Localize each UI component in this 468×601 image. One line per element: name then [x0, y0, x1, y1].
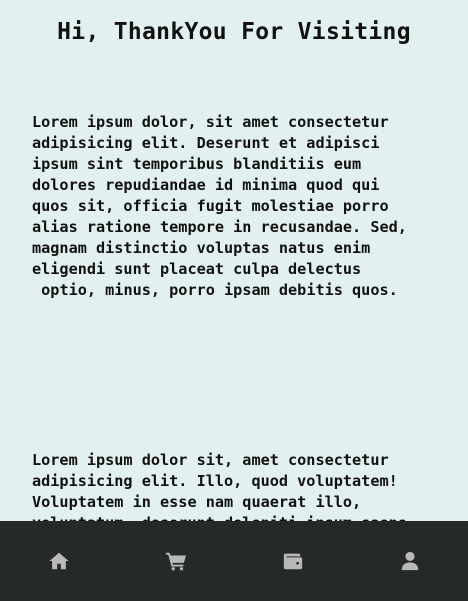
wallet-icon — [283, 553, 302, 570]
cart-icon — [165, 552, 186, 571]
nav-wallet-button[interactable] — [263, 531, 323, 591]
nav-profile-button[interactable] — [380, 531, 440, 591]
page-title: Hi, ThankYou For Visiting — [57, 19, 411, 45]
bottom-navigation-bar — [0, 521, 468, 601]
page: Hi, ThankYou For Visiting Lorem ipsum do… — [0, 0, 468, 601]
home-icon — [48, 552, 69, 570]
intro-paragraph: Lorem ipsum dolor, sit amet consectetur … — [32, 113, 407, 299]
nav-home-button[interactable] — [29, 531, 89, 591]
user-icon — [401, 551, 418, 571]
nav-cart-button[interactable] — [146, 531, 206, 591]
